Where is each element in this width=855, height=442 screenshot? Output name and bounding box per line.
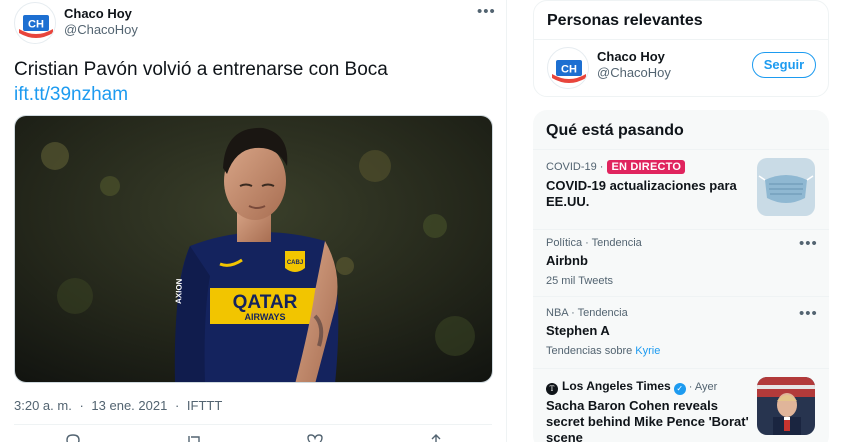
trend-tweet-count: 25 mil Tweets — [546, 275, 614, 287]
share-icon[interactable] — [427, 432, 445, 442]
mask-icon — [757, 158, 815, 216]
tweet-author-handle[interactable]: @ChacoHoy — [64, 22, 138, 37]
trend-item-stephen-a[interactable]: NBA · Tendencia ••• Stephen A Tendencias… — [533, 297, 829, 369]
trend-name[interactable]: Stephen A — [546, 323, 610, 339]
like-icon[interactable] — [306, 432, 324, 442]
trend-context: COVID-19 · EN DIRECTO — [546, 160, 686, 174]
tweet-column: CH Chaco Hoy @ChacoHoy ••• Cristian Pavó… — [0, 0, 507, 442]
news-source-line: T Los Angeles Times ✓ · Ayer — [546, 379, 717, 395]
tweet-divider — [14, 424, 492, 425]
tweet-media-image[interactable]: QATAR AIRWAYS CABJ AXION — [14, 115, 493, 383]
trend-context-label: COVID-19 · — [546, 161, 604, 173]
tweet-date[interactable]: 13 ene. 2021 — [91, 398, 167, 413]
news-headline[interactable]: Sacha Baron Cohen reveals secret behind … — [546, 398, 751, 442]
follow-button[interactable]: Seguir — [752, 52, 816, 78]
tweet-link[interactable]: ift.tt/39nzham — [14, 83, 128, 107]
svg-text:AXION: AXION — [174, 278, 184, 304]
reply-icon[interactable] — [64, 432, 82, 442]
trend-related-prefix: Tendencias sobre — [546, 345, 633, 357]
tweet-meta: 3:20 a. m. · 13 ene. 2021 · IFTTT — [14, 398, 222, 413]
meta-separator: · — [79, 398, 84, 413]
tweet-text: Cristian Pavón volvió a entrenarse con B… — [14, 59, 388, 80]
news-source-logo-icon: T — [546, 383, 558, 395]
tweet-author-name[interactable]: Chaco Hoy — [64, 6, 132, 21]
relevant-people-title: Personas relevantes — [547, 12, 703, 29]
news-photo-icon — [757, 377, 815, 435]
trend-item-airbnb[interactable]: Política · Tendencia ••• Airbnb 25 mil T… — [533, 230, 829, 301]
news-source-name[interactable]: Los Angeles Times — [562, 379, 671, 393]
svg-text:CH: CH — [561, 64, 577, 76]
trend-item-covid[interactable]: COVID-19 · EN DIRECTO COVID-19 actualizac… — [533, 150, 829, 229]
relevant-handle[interactable]: @ChacoHoy — [597, 65, 671, 80]
trend-more-icon[interactable]: ••• — [799, 236, 818, 251]
trend-related-keyword[interactable]: Kyrie — [635, 345, 660, 357]
trend-context: Política · Tendencia — [546, 237, 642, 249]
trend-related: Tendencias sobre Kyrie — [546, 345, 660, 357]
svg-text:QATAR: QATAR — [233, 292, 298, 313]
svg-text:CH: CH — [28, 19, 44, 31]
svg-text:AIRWAYS: AIRWAYS — [244, 312, 285, 322]
chaco-hoy-logo-icon: CH — [549, 49, 588, 88]
trends-title: Qué está pasando — [546, 122, 684, 139]
trend-thumbnail[interactable] — [757, 158, 815, 216]
meta-separator: · — [174, 398, 180, 413]
card-divider — [534, 39, 828, 40]
relevant-name[interactable]: Chaco Hoy — [597, 49, 665, 64]
tweet-more-icon[interactable]: ••• — [477, 4, 496, 19]
live-badge: EN DIRECTO — [607, 160, 686, 174]
trend-item-news[interactable]: T Los Angeles Times ✓ · Ayer Sacha Baron Co… — [533, 369, 829, 442]
svg-text:CABJ: CABJ — [287, 260, 303, 266]
trend-name[interactable]: Airbnb — [546, 253, 588, 269]
trend-more-icon[interactable]: ••• — [799, 306, 818, 321]
news-thumbnail[interactable] — [757, 377, 815, 435]
trends-card: Qué está pasando COVID-19 · EN DIRECTO CO… — [533, 110, 829, 442]
trend-name[interactable]: COVID-19 actualizaciones para EE.UU. — [546, 178, 746, 210]
trend-context: NBA · Tendencia — [546, 307, 628, 319]
tweet-source[interactable]: IFTTT — [187, 398, 222, 413]
football-player-photo: QATAR AIRWAYS CABJ AXION — [15, 116, 492, 382]
relevant-avatar[interactable]: CH — [547, 47, 589, 89]
relevant-people-card: Personas relevantes CH Chaco Hoy @ChacoH… — [533, 0, 829, 97]
news-time: · Ayer — [688, 381, 718, 393]
verified-icon: ✓ — [673, 383, 686, 395]
retweet-icon[interactable] — [185, 432, 203, 442]
tweet-avatar[interactable]: CH — [14, 2, 56, 44]
tweet-time[interactable]: 3:20 a. m. — [14, 398, 72, 413]
chaco-hoy-logo-icon: CH — [16, 4, 55, 43]
